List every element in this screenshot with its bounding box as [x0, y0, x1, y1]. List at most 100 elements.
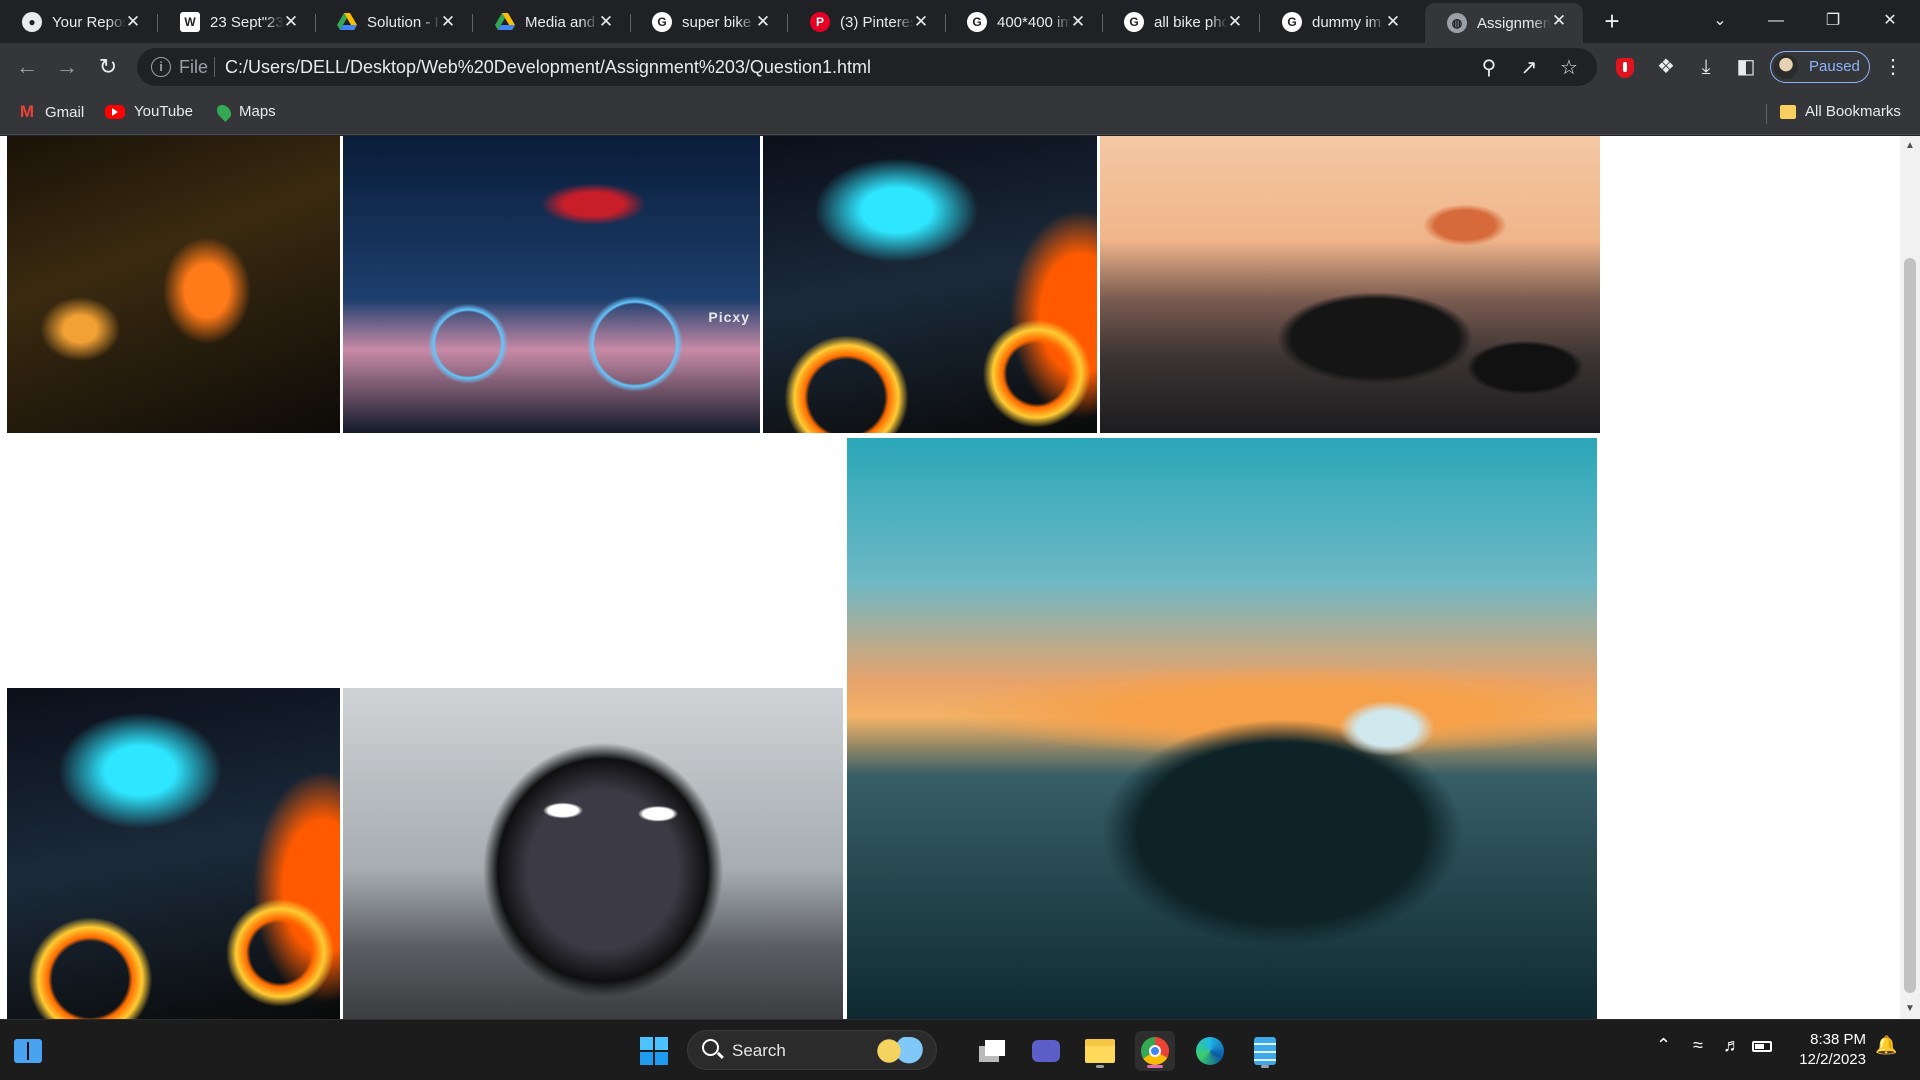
google-drive-icon [337, 12, 357, 32]
browser-tab[interactable]: Gsuper bike ✕ [630, 4, 788, 40]
browser-tab[interactable]: P (3) Pinterest ✕ [788, 4, 946, 40]
tab-title: 23 Sept"23 [210, 13, 284, 31]
profile-button[interactable]: Paused [1770, 51, 1870, 83]
image-watermark: Picxy [708, 309, 750, 325]
tab-close-icon[interactable]: ✕ [596, 12, 616, 32]
battery-icon[interactable] [1752, 1036, 1772, 1052]
tab-title: Your Repos [52, 13, 126, 31]
task-view-icon[interactable] [972, 1031, 1012, 1071]
pinterest-icon: P [810, 12, 830, 32]
tab-close-icon[interactable]: ✕ [911, 12, 931, 32]
extension-adblock-icon[interactable] [1616, 58, 1634, 78]
minimize-icon[interactable]: — [1756, 6, 1796, 36]
new-tab-icon[interactable]: + [1598, 7, 1626, 35]
volume-icon[interactable]: ♬ [1723, 1035, 1741, 1056]
edge-icon[interactable] [1190, 1031, 1230, 1071]
google-icon: G [967, 12, 987, 32]
menu-kebab-icon[interactable]: ⋮ [1880, 54, 1906, 80]
tab-close-icon[interactable]: ✕ [281, 12, 301, 32]
tab-close-icon[interactable]: ✕ [438, 12, 458, 32]
widgets-icon[interactable] [8, 1031, 48, 1071]
tab-title: dummy im [1312, 13, 1382, 31]
address-bar[interactable]: i File C:/Users/DELL/Desktop/Web%20Devel… [137, 48, 1597, 86]
teams-chat-icon[interactable] [1026, 1031, 1066, 1071]
tab-title: all bike pho [1154, 13, 1228, 31]
browser-tab[interactable]: G 400*400 im ✕ [945, 4, 1103, 40]
extensions-puzzle-icon[interactable]: ❖ [1653, 54, 1679, 80]
tray-overflow-icon[interactable]: ⌃ [1656, 1035, 1671, 1056]
scroll-down-icon[interactable]: ▼ [1900, 999, 1920, 1019]
gallery-image [1100, 136, 1600, 433]
clock-time: 8:38 PM [1810, 1031, 1866, 1048]
close-window-icon[interactable]: ✕ [1870, 6, 1910, 36]
forward-icon[interactable]: → [51, 51, 83, 83]
google-drive-icon [495, 12, 515, 32]
bookmarks-divider [1766, 104, 1767, 124]
gallery-image [7, 688, 340, 1019]
gallery-image [847, 438, 1597, 1019]
browser-tab[interactable]: Media and ✕ [473, 4, 631, 40]
taskbar-search[interactable]: Search [687, 1030, 937, 1070]
search-icon [702, 1039, 719, 1056]
browser-tab[interactable]: Gall bike pho ✕ [1102, 4, 1260, 40]
chrome-icon[interactable] [1135, 1031, 1175, 1071]
bookmark-maps[interactable]: Maps [214, 101, 276, 122]
notepad-icon[interactable] [1245, 1031, 1285, 1071]
tab-close-icon[interactable]: ✕ [1068, 12, 1088, 32]
profile-status: Paused [1809, 58, 1860, 75]
browser-tab[interactable]: ● Your Repos ✕ [0, 4, 158, 40]
side-panel-icon[interactable]: ◧ [1733, 54, 1759, 80]
bookmark-youtube[interactable]: YouTube [105, 103, 193, 120]
windows-taskbar: Search ⌃ ≈ ♬ 8:38 PM 12/2/2023 🔔 [0, 1019, 1920, 1080]
youtube-icon [105, 104, 125, 119]
restore-icon[interactable]: ❐ [1813, 6, 1853, 36]
file-explorer-icon[interactable] [1080, 1031, 1120, 1071]
address-divider [214, 57, 215, 77]
tab-title: Assignment [1477, 14, 1551, 32]
tab-close-icon[interactable]: ✕ [753, 12, 773, 32]
bookmarks-bar: M Gmail YouTube Maps All Bookmarks [0, 91, 1920, 135]
all-bookmarks-button[interactable]: All Bookmarks [1780, 103, 1901, 120]
notification-bell-icon[interactable]: 🔔 [1875, 1035, 1897, 1056]
system-clock[interactable]: 8:38 PM 12/2/2023 [1790, 1030, 1866, 1070]
gallery-image [343, 688, 843, 1019]
tab-title: Solution - I [367, 13, 439, 31]
tab-search-icon[interactable]: ⌄ [1700, 6, 1740, 36]
bookmark-gmail[interactable]: M Gmail [18, 102, 84, 121]
browser-toolbar: ← → ↻ i File C:/Users/DELL/Desktop/Web%2… [0, 43, 1920, 91]
zoom-icon[interactable]: ⚲ [1477, 56, 1501, 80]
folder-icon [1780, 104, 1796, 119]
tab-close-icon[interactable]: ✕ [123, 12, 143, 32]
github-icon: ● [22, 12, 42, 32]
reload-icon[interactable]: ↻ [92, 51, 124, 83]
back-icon[interactable]: ← [11, 51, 43, 83]
avatar [1774, 55, 1798, 79]
gallery-image: Picxy [343, 136, 760, 433]
browser-tab[interactable]: ◍ Assignment ✕ [1425, 3, 1583, 43]
tab-title: Media and [525, 13, 596, 31]
gmail-icon: M [19, 102, 35, 121]
bookmark-label: YouTube [134, 103, 193, 120]
all-bookmarks-label: All Bookmarks [1805, 103, 1901, 120]
browser-tab[interactable]: Solution - I ✕ [315, 4, 473, 40]
scrollbar-thumb[interactable] [1904, 258, 1916, 993]
tab-close-icon[interactable]: ✕ [1225, 12, 1245, 32]
download-icon[interactable]: ⤓ [1693, 54, 1719, 80]
address-url[interactable]: C:/Users/DELL/Desktop/Web%20Development/… [225, 57, 871, 78]
scroll-up-icon[interactable]: ▲ [1900, 136, 1920, 156]
browser-tab[interactable]: Gdummy im ✕ [1260, 4, 1417, 40]
site-info-icon[interactable]: i [151, 57, 171, 77]
google-icon: G [1282, 12, 1302, 32]
tab-title: 400*400 im [997, 13, 1071, 31]
wifi-icon[interactable]: ≈ [1693, 1035, 1703, 1056]
google-icon: G [652, 12, 672, 32]
bookmark-star-icon[interactable]: ☆ [1557, 56, 1581, 80]
start-icon[interactable] [634, 1031, 674, 1071]
share-icon[interactable]: ↗ [1517, 56, 1541, 80]
tab-title: (3) Pinterest [840, 13, 914, 31]
tab-close-icon[interactable]: ✕ [1549, 11, 1569, 31]
tab-close-icon[interactable]: ✕ [1383, 12, 1403, 32]
browser-tab[interactable]: W 23 Sept"23 ✕ [158, 4, 316, 40]
scrollbar[interactable]: ▲ ▼ [1900, 136, 1920, 1019]
gallery-image [763, 136, 1097, 433]
